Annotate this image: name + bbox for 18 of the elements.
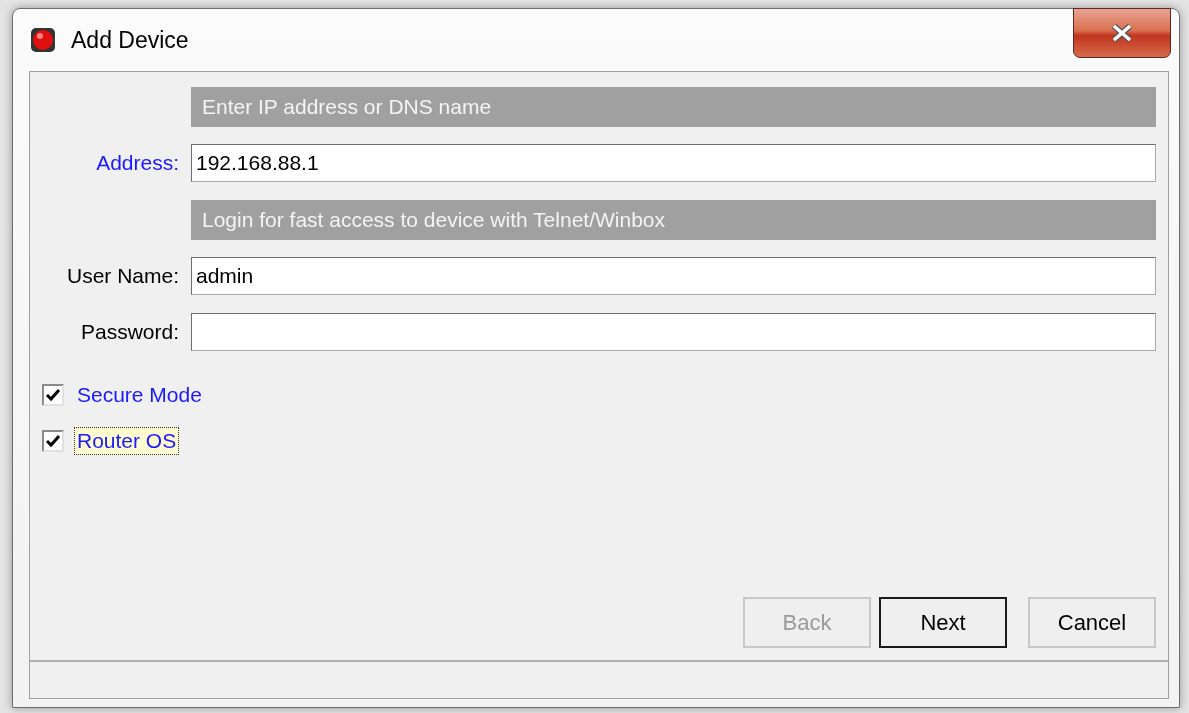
checkbox-label[interactable]: Router OS xyxy=(74,427,180,455)
text-field[interactable]: 192.168.88.1 xyxy=(191,144,1156,182)
section-header: Login for fast access to device with Telnet/Winbox xyxy=(191,200,1156,240)
text-field[interactable] xyxy=(191,313,1156,351)
close-icon xyxy=(1110,23,1134,43)
checkbox[interactable] xyxy=(42,430,64,452)
field-label: Address: xyxy=(96,151,179,175)
checkbox-label[interactable]: Secure Mode xyxy=(74,381,205,409)
close-button[interactable] xyxy=(1073,8,1171,58)
checkbox[interactable] xyxy=(42,384,64,406)
text-field[interactable]: admin xyxy=(191,257,1156,295)
dialog-button[interactable]: Next xyxy=(879,597,1007,648)
window-title: Add Device xyxy=(71,26,189,54)
field-label: Password: xyxy=(80,320,179,344)
section-header: Enter IP address or DNS name xyxy=(191,87,1156,127)
dialog-button[interactable]: Cancel xyxy=(1028,597,1156,648)
field-label: User Name: xyxy=(66,264,179,288)
app-icon xyxy=(29,26,57,54)
